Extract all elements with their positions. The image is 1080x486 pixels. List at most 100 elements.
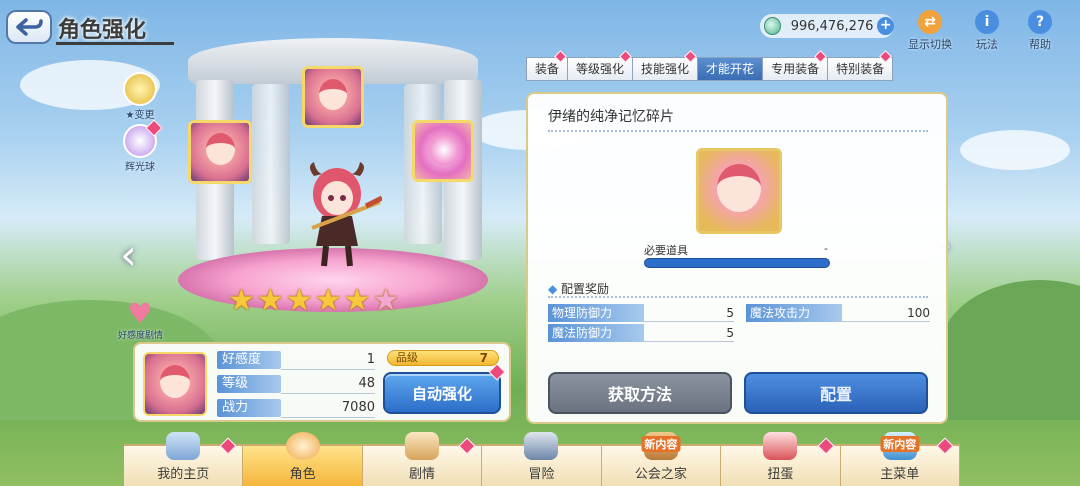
scroll-icon: [405, 432, 440, 460]
bonus-value: 5: [726, 326, 734, 340]
prev-character-arrow[interactable]: ‹: [120, 230, 137, 279]
divider: [548, 130, 928, 132]
nav-gacha[interactable]: 扭蛋: [721, 432, 841, 486]
required-item-progress-bar: [644, 258, 830, 268]
required-item-label: 必要道具: [644, 244, 688, 257]
nav-label: 冒险: [528, 467, 555, 482]
rank-label: 品级: [396, 351, 418, 364]
tab-equipment[interactable]: 装备: [526, 50, 569, 81]
nav-character[interactable]: 角色: [243, 432, 363, 486]
nav-label: 主菜单: [880, 467, 920, 482]
bonus-magic-attack: 魔法攻击力 100: [746, 304, 930, 322]
gameplay-button[interactable]: i 玩法: [961, 10, 1013, 52]
stat-label: 战力: [217, 399, 281, 417]
star-filled-icon: ★: [256, 283, 284, 318]
page-title: 角色强化: [58, 18, 147, 43]
nav-adventure[interactable]: 冒险: [482, 432, 602, 486]
stat-level: 等级 48: [217, 374, 375, 394]
stat-value: 7080: [341, 400, 375, 415]
enhance-tabs: 装备 等级强化 技能强化 才能开花 专用装备 特别装备: [526, 50, 894, 81]
notification-diamond-icon: [554, 50, 567, 63]
rank-badge: 品级 7: [387, 350, 499, 366]
star-change-label: ★变更: [125, 110, 155, 121]
star-filled-icon: ★: [228, 283, 255, 318]
hill: [940, 280, 1080, 420]
currency-value: 996,476,276: [790, 18, 874, 34]
nav-guild-house[interactable]: 新内容 公会之家: [601, 432, 722, 486]
info-icon: i: [975, 10, 999, 34]
star-filled-icon: ★: [314, 283, 342, 318]
game-screen: 角色强化 996,476,276 + ⇄ 显示切换 i 玩法 ? 帮助 ★变更 …: [0, 0, 1080, 486]
back-arrow-icon: [16, 18, 43, 36]
nav-label: 剧情: [409, 467, 436, 482]
bonus-header: ◆ 配置奖励: [548, 280, 609, 297]
nav-label: 扭蛋: [767, 467, 794, 482]
rank-value: 7: [479, 351, 488, 365]
star-rating: ★ ★ ★ ★ ★ ★: [228, 285, 399, 317]
auto-enhance-button[interactable]: 自动强化: [383, 372, 501, 414]
currency-display: 996,476,276 +: [760, 14, 894, 38]
orb-icon: [429, 135, 459, 165]
gacha-machine-icon: [763, 432, 798, 460]
tab-skill-enhance[interactable]: 技能强化: [632, 50, 699, 81]
affinity-story-button[interactable]: ♥ 好感度剧情: [118, 297, 164, 342]
heart-icon: ♥: [127, 297, 153, 330]
bonus-label: 物理防御力: [548, 304, 644, 322]
obtain-method-button[interactable]: 获取方法: [548, 372, 732, 414]
star-change-button[interactable]: ★变更: [118, 72, 162, 121]
divider: [548, 296, 928, 298]
notification-diamond-icon: [936, 437, 954, 455]
bonus-magic-defense: 魔法防御力 5: [548, 324, 734, 342]
display-switch-button[interactable]: ⇄ 显示切换: [904, 10, 956, 52]
nav-story[interactable]: 剧情: [362, 432, 483, 486]
star-filled-icon: ★: [285, 283, 313, 318]
affinity-story-label: 好感度剧情: [118, 331, 164, 341]
memory-fragment-item[interactable]: [696, 148, 782, 234]
bonus-label: 魔法攻击力: [746, 304, 842, 322]
character-portrait-left[interactable]: [188, 120, 252, 184]
display-switch-label: 显示切换: [908, 38, 952, 51]
new-content-badge: 新内容: [880, 436, 920, 452]
notification-diamond-icon: [619, 50, 632, 63]
bonus-physical-defense: 物理防御力 5: [548, 304, 734, 322]
gameplay-label: 玩法: [976, 38, 998, 51]
nav-my-home[interactable]: 我的主页: [124, 432, 244, 486]
jewel-icon: [764, 17, 781, 35]
glow-orb-label: 辉光球: [125, 162, 155, 173]
nav-main-menu[interactable]: 新内容 主菜单: [840, 432, 960, 486]
star-empty-icon: ★: [372, 283, 400, 318]
tab-exclusive-equipment[interactable]: 专用装备: [762, 50, 829, 81]
help-button[interactable]: ? 帮助: [1014, 10, 1066, 52]
tab-label: 装备: [535, 62, 560, 76]
tab-talent-bloom[interactable]: 才能开花: [697, 57, 764, 81]
notification-diamond-icon: [814, 50, 827, 63]
nav-label: 角色: [289, 467, 316, 482]
bonus-value: 5: [726, 306, 734, 320]
tab-special-equipment[interactable]: 特别装备: [827, 50, 894, 81]
notification-diamond-icon: [219, 437, 237, 455]
equip-button[interactable]: 配置: [744, 372, 928, 414]
back-button[interactable]: [6, 10, 52, 44]
glow-orb-button[interactable]: 辉光球: [118, 119, 163, 173]
glow-orb-slot[interactable]: [412, 120, 474, 182]
castle-icon: [166, 432, 201, 460]
display-switch-icon: ⇄: [918, 10, 942, 34]
tab-label: 特别装备: [836, 62, 885, 76]
notification-diamond-icon: [879, 50, 892, 63]
character-portrait-top[interactable]: [302, 66, 364, 128]
stat-label: 好感度: [217, 351, 281, 369]
character-avatar: [143, 352, 207, 416]
bottom-navigation: 我的主页 角色 剧情 冒险 新内容 公会之家 扭蛋 新内容 主菜单: [124, 432, 960, 486]
character-info-panel: 好感度 1 等级 48 战力 7080 品级 7 自动强化: [133, 342, 511, 422]
sword-icon: [524, 432, 559, 460]
character-icon: [285, 432, 320, 460]
nav-label: 公会之家: [634, 467, 687, 482]
notification-diamond-icon: [817, 437, 835, 455]
tab-level-enhance[interactable]: 等级强化: [567, 50, 634, 81]
notification-diamond-icon: [684, 50, 697, 63]
title-underline: [56, 42, 174, 45]
stat-label: 等级: [217, 375, 281, 393]
stat-power: 战力 7080: [217, 398, 375, 418]
bonus-value: 100: [907, 306, 930, 320]
add-currency-button[interactable]: +: [877, 17, 894, 35]
